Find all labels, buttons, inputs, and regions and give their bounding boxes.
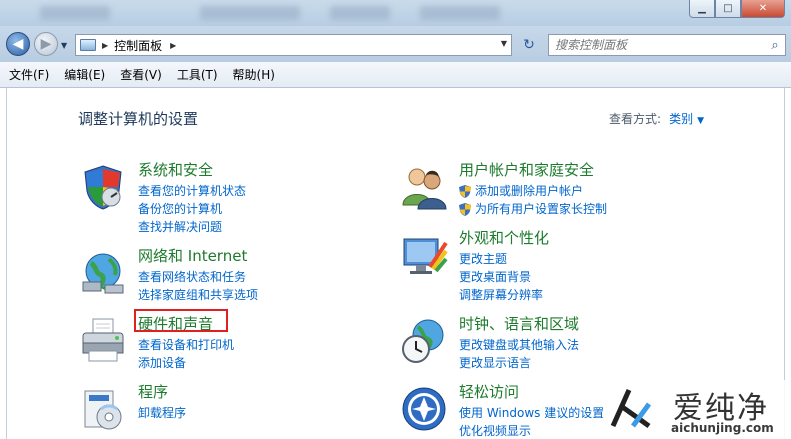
printer-icon[interactable] bbox=[79, 317, 127, 365]
category-heading[interactable]: 系统和安全 bbox=[138, 159, 213, 180]
link-uninstall-program[interactable]: 卸载程序 bbox=[138, 404, 186, 422]
title-bar: ▁ □ ✕ bbox=[0, 0, 791, 26]
blurred-tab bbox=[40, 6, 110, 20]
minimize-button[interactable]: ▁ bbox=[689, 0, 715, 18]
close-icon: ✕ bbox=[758, 3, 768, 14]
link-add-remove-accounts[interactable]: 添加或删除用户帐户 bbox=[459, 182, 607, 200]
link-change-keyboard-input[interactable]: 更改键盘或其他输入法 bbox=[459, 336, 579, 354]
menu-tools[interactable]: 工具(T) bbox=[177, 66, 218, 83]
users-icon[interactable] bbox=[400, 163, 448, 211]
category-heading[interactable]: 时钟、语言和区域 bbox=[459, 313, 579, 334]
navigation-bar: ◀ ▶ ▼ ▶ 控制面板 ▶ ▼ ↻ ⌕ bbox=[0, 26, 791, 62]
view-by-caret-icon[interactable]: ▼ bbox=[697, 116, 704, 126]
menu-help[interactable]: 帮助(H) bbox=[233, 66, 275, 83]
breadcrumb-control-panel[interactable]: 控制面板 bbox=[114, 37, 162, 54]
ease-of-access-icon[interactable] bbox=[400, 385, 448, 433]
close-button[interactable]: ✕ bbox=[741, 0, 785, 18]
network-icon[interactable] bbox=[79, 249, 127, 297]
highlight-box bbox=[134, 309, 228, 332]
category-heading[interactable]: 外观和个性化 bbox=[459, 227, 549, 248]
maximize-icon: □ bbox=[723, 3, 733, 14]
programs-icon[interactable] bbox=[79, 385, 127, 433]
watermark: 爱纯净 aichunjing.com bbox=[603, 380, 791, 439]
link-label: 添加或删除用户帐户 bbox=[475, 184, 584, 198]
link-optimize-display[interactable]: 优化视频显示 bbox=[459, 422, 604, 439]
link-parental-controls[interactable]: 为所有用户设置家长控制 bbox=[459, 200, 607, 218]
search-input[interactable] bbox=[549, 38, 765, 52]
view-by-dropdown[interactable]: 类别 bbox=[669, 112, 693, 126]
clock-globe-icon[interactable] bbox=[400, 317, 448, 365]
link-homegroup-sharing[interactable]: 选择家庭组和共享选项 bbox=[138, 286, 258, 304]
menu-bar: 文件(F) 编辑(E) 查看(V) 工具(T) 帮助(H) bbox=[0, 62, 791, 88]
link-recommended-settings[interactable]: 使用 Windows 建议的设置 bbox=[459, 404, 604, 422]
watermark-logo-icon bbox=[610, 388, 652, 429]
control-panel-icon bbox=[80, 39, 96, 51]
breadcrumb-separator-icon[interactable]: ▶ bbox=[102, 41, 108, 50]
category-heading[interactable]: 轻松访问 bbox=[459, 381, 519, 402]
link-backup-computer[interactable]: 备份您的计算机 bbox=[138, 200, 246, 218]
view-by-label: 查看方式: bbox=[609, 112, 662, 126]
refresh-icon: ↻ bbox=[523, 37, 535, 53]
link-find-fix-problems[interactable]: 查找并解决问题 bbox=[138, 218, 246, 236]
blurred-tab bbox=[200, 6, 300, 20]
breadcrumb-separator-icon[interactable]: ▶ bbox=[170, 41, 176, 50]
search-box[interactable]: ⌕ bbox=[548, 34, 786, 56]
maximize-button[interactable]: □ bbox=[715, 0, 741, 18]
link-add-device[interactable]: 添加设备 bbox=[138, 354, 234, 372]
search-icon[interactable]: ⌕ bbox=[765, 38, 785, 53]
link-view-computer-status[interactable]: 查看您的计算机状态 bbox=[138, 182, 246, 200]
blurred-tab bbox=[330, 6, 390, 20]
category-heading[interactable]: 网络和 Internet bbox=[138, 245, 247, 266]
link-change-background[interactable]: 更改桌面背景 bbox=[459, 268, 543, 286]
address-dropdown-icon[interactable]: ▼ bbox=[501, 39, 507, 48]
page-title: 调整计算机的设置 bbox=[78, 110, 199, 128]
appearance-icon[interactable] bbox=[400, 231, 448, 279]
refresh-button[interactable]: ↻ bbox=[517, 34, 541, 56]
address-bar[interactable]: ▶ 控制面板 ▶ ▼ bbox=[75, 34, 512, 56]
forward-arrow-icon: ▶ bbox=[40, 36, 52, 52]
link-screen-resolution[interactable]: 调整屏幕分辨率 bbox=[459, 286, 543, 304]
minimize-icon: ▁ bbox=[698, 3, 706, 14]
category-heading[interactable]: 程序 bbox=[138, 381, 168, 402]
blurred-tab bbox=[420, 6, 500, 20]
uac-shield-icon bbox=[459, 185, 471, 198]
link-change-theme[interactable]: 更改主题 bbox=[459, 250, 543, 268]
menu-edit[interactable]: 编辑(E) bbox=[64, 66, 105, 83]
window-controls: ▁ □ ✕ bbox=[689, 0, 785, 18]
view-by: 查看方式: 类别 ▼ bbox=[609, 110, 704, 127]
forward-button[interactable]: ▶ bbox=[34, 32, 58, 56]
back-button[interactable]: ◀ bbox=[6, 32, 30, 56]
back-arrow-icon: ◀ bbox=[12, 36, 24, 52]
menu-view[interactable]: 查看(V) bbox=[120, 66, 162, 83]
uac-shield-icon bbox=[459, 203, 471, 216]
link-label: 为所有用户设置家长控制 bbox=[475, 202, 608, 216]
shield-icon[interactable] bbox=[79, 163, 127, 211]
link-view-network-status[interactable]: 查看网络状态和任务 bbox=[138, 268, 258, 286]
link-devices-printers[interactable]: 查看设备和打印机 bbox=[138, 336, 234, 354]
recent-pages-dropdown-icon[interactable]: ▼ bbox=[61, 41, 67, 50]
watermark-url: aichunjing.com bbox=[671, 421, 774, 435]
menu-file[interactable]: 文件(F) bbox=[9, 66, 49, 83]
link-change-display-language[interactable]: 更改显示语言 bbox=[459, 354, 579, 372]
category-heading[interactable]: 用户帐户和家庭安全 bbox=[459, 159, 594, 180]
